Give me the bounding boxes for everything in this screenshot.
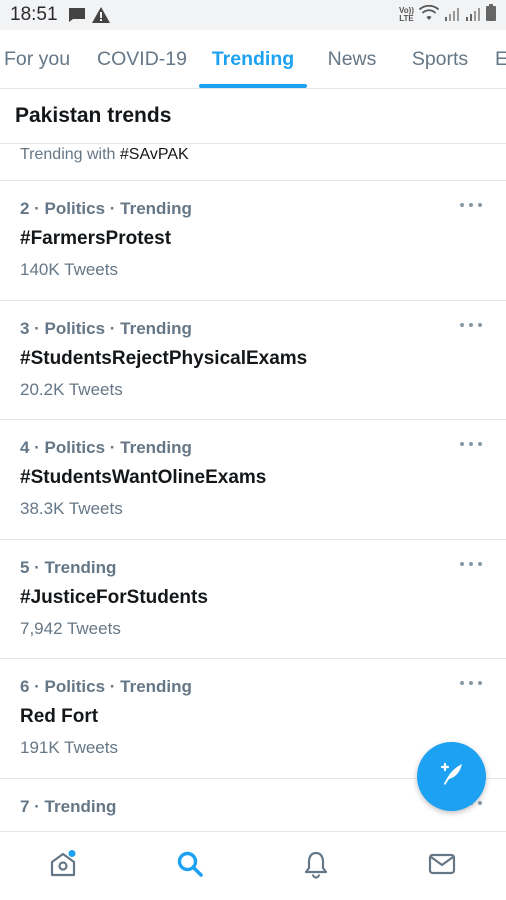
more-options-icon[interactable] — [460, 677, 482, 689]
warning-icon — [91, 7, 110, 23]
page-title: Pakistan trends — [15, 104, 172, 127]
tab-sports[interactable]: Sports — [400, 30, 480, 88]
trend-meta: 4 · Politics · Trending — [20, 438, 192, 457]
tab-label: Trending — [211, 48, 295, 70]
trend-tweet-count: 38.3K Tweets — [20, 499, 123, 518]
message-icon — [68, 7, 86, 23]
home-icon — [48, 849, 78, 884]
tab-label: News — [327, 48, 377, 70]
signal-icon — [465, 5, 481, 26]
trend-meta: 3 · Politics · Trending — [20, 318, 192, 338]
nav-notifications[interactable] — [286, 832, 346, 900]
more-options-icon[interactable] — [460, 438, 482, 450]
trend-tweet-count: 20.2K Tweets — [20, 379, 123, 399]
trending-with-text: Trending with #SAvPAK — [20, 145, 506, 165]
compose-tweet-icon — [436, 758, 468, 795]
trend-tweet-count: 191K Tweets — [20, 738, 118, 757]
explore-tabs: For you COVID-19 Trending News Sports E — [0, 30, 506, 89]
signal-icon — [444, 5, 460, 26]
trend-tweet-count: 7,942 Tweets — [20, 618, 121, 638]
trend-tweet-count: 140K Tweets — [20, 260, 118, 279]
active-tab-indicator — [199, 84, 307, 88]
tab-covid-19[interactable]: COVID-19 — [90, 30, 194, 88]
tab-label: COVID-19 — [97, 48, 187, 70]
trend-name: #FarmersProtest — [20, 228, 172, 249]
nav-home[interactable] — [33, 832, 93, 900]
more-options-icon[interactable] — [460, 558, 482, 570]
trend-meta: 2 · Politics · Trending — [20, 199, 192, 218]
trend-name: #JusticeForStudents — [20, 586, 208, 608]
trend-name: Red Fort — [20, 706, 99, 727]
messages-envelope-icon — [427, 849, 457, 884]
trend-item[interactable]: 2 · Politics · Trending #FarmersProtest … — [0, 181, 506, 301]
trend-meta: 5 · Trending — [20, 557, 117, 577]
trend-name: #StudentsRejectPhysicalExams — [20, 347, 308, 369]
battery-icon — [486, 4, 496, 26]
wifi-icon — [418, 4, 440, 26]
trend-item[interactable]: 3 · Politics · Trending #StudentsRejectP… — [0, 301, 506, 420]
tab-for-you[interactable]: For you — [0, 30, 74, 88]
compose-tweet-button[interactable] — [417, 742, 486, 811]
tab-label: Sports — [411, 48, 469, 70]
tab-entertainment[interactable]: E — [495, 30, 506, 88]
trend-item[interactable]: 4 · Politics · Trending #StudentsWantOli… — [0, 420, 506, 540]
trending-with-prefix: Trending with — [20, 146, 120, 163]
trend-meta: 7 · Trending — [20, 796, 117, 816]
tab-news[interactable]: News — [318, 30, 386, 88]
volte-icon: Vo)) LTE — [399, 7, 414, 23]
search-icon — [175, 849, 205, 884]
trend-name: #StudentsWantOlineExams — [20, 467, 267, 488]
status-time: 18:51 — [10, 4, 58, 25]
section-header: Pakistan trends — [0, 89, 506, 144]
tab-label: For you — [3, 48, 71, 70]
tab-label: E — [495, 48, 506, 71]
trend-item-partial[interactable]: Trending with #SAvPAK — [0, 145, 506, 181]
trending-with-hashtag[interactable]: #SAvPAK — [120, 146, 189, 163]
volte-label-bottom: LTE — [399, 14, 414, 23]
nav-search[interactable] — [160, 832, 220, 900]
status-bar: 18:51 Vo)) LTE — [0, 0, 506, 30]
tab-trending[interactable]: Trending — [199, 30, 307, 88]
trend-meta: 6 · Politics · Trending — [20, 677, 192, 696]
nav-messages[interactable] — [412, 832, 472, 900]
more-options-icon[interactable] — [460, 199, 482, 211]
trend-item[interactable]: 5 · Trending #JusticeForStudents 7,942 T… — [0, 540, 506, 659]
notifications-bell-icon — [301, 849, 331, 884]
more-options-icon[interactable] — [460, 319, 482, 331]
bottom-navigation — [0, 831, 506, 900]
